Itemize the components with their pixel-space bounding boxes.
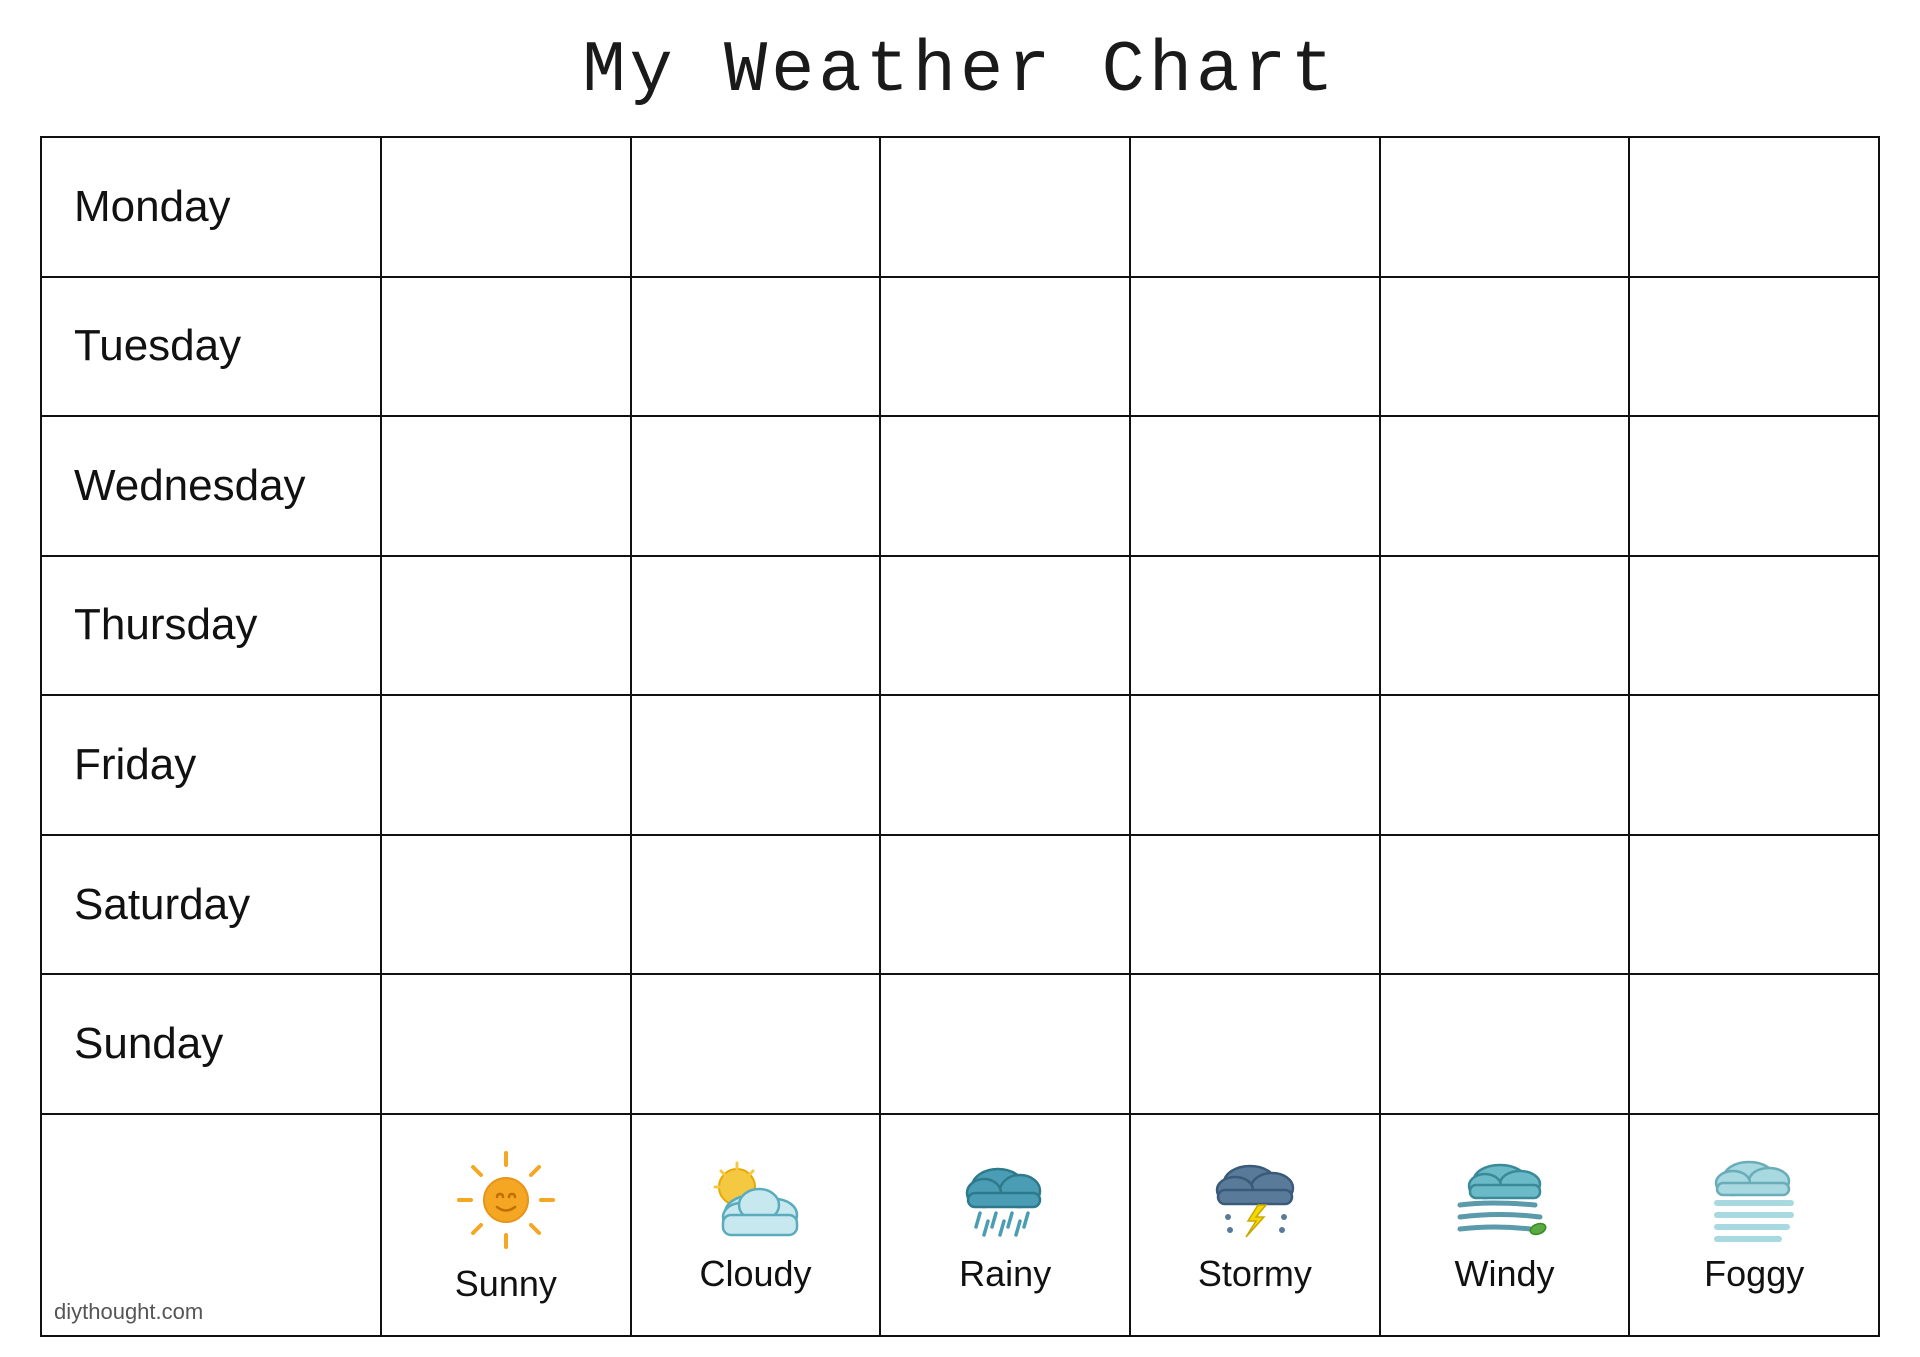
cell-monday-3[interactable] [881, 138, 1131, 276]
cell-wednesday-4[interactable] [1131, 417, 1381, 555]
day-label-friday: Friday [42, 696, 382, 834]
row-wednesday: Wednesday [42, 417, 1878, 557]
foggy-label: Foggy [1704, 1253, 1804, 1295]
windy-label: Windy [1455, 1253, 1555, 1295]
row-sunday: Sunday [42, 975, 1878, 1115]
cloudy-icon [701, 1155, 811, 1245]
cell-thursday-3[interactable] [881, 557, 1131, 695]
legend-row: diythought.com Sunny [42, 1115, 1878, 1335]
cell-saturday-1[interactable] [382, 836, 632, 974]
cell-thursday-2[interactable] [632, 557, 882, 695]
cell-friday-4[interactable] [1131, 696, 1381, 834]
day-label-monday: Monday [42, 138, 382, 276]
cell-saturday-6[interactable] [1630, 836, 1878, 974]
cell-thursday-6[interactable] [1630, 557, 1878, 695]
row-friday: Friday [42, 696, 1878, 836]
page-title: My Weather Chart [582, 30, 1337, 112]
icon-cell-windy: Windy [1381, 1115, 1631, 1335]
row-tuesday: Tuesday [42, 278, 1878, 418]
cell-wednesday-6[interactable] [1630, 417, 1878, 555]
cell-saturday-3[interactable] [881, 836, 1131, 974]
icon-cell-foggy: Foggy [1630, 1115, 1878, 1335]
cell-monday-4[interactable] [1131, 138, 1381, 276]
cell-wednesday-5[interactable] [1381, 417, 1631, 555]
icon-cell-rainy: Rainy [881, 1115, 1131, 1335]
cell-friday-3[interactable] [881, 696, 1131, 834]
cell-sunday-3[interactable] [881, 975, 1131, 1113]
cell-sunday-2[interactable] [632, 975, 882, 1113]
cell-tuesday-6[interactable] [1630, 278, 1878, 416]
footer-credit: diythought.com [42, 1115, 382, 1335]
cell-monday-5[interactable] [1381, 138, 1631, 276]
cell-thursday-4[interactable] [1131, 557, 1381, 695]
weather-chart: Monday Tuesday Wednesday Thursday Fr [40, 136, 1880, 1337]
day-label-saturday: Saturday [42, 836, 382, 974]
icon-cell-stormy: Stormy [1131, 1115, 1381, 1335]
icon-cell-sunny: Sunny [382, 1115, 632, 1335]
foggy-icon [1699, 1155, 1809, 1245]
cell-monday-6[interactable] [1630, 138, 1878, 276]
cell-sunday-4[interactable] [1131, 975, 1381, 1113]
day-label-tuesday: Tuesday [42, 278, 382, 416]
cell-friday-2[interactable] [632, 696, 882, 834]
sunny-label: Sunny [455, 1263, 557, 1305]
cell-friday-1[interactable] [382, 696, 632, 834]
stormy-icon [1200, 1155, 1310, 1245]
cell-friday-6[interactable] [1630, 696, 1878, 834]
rainy-icon [950, 1155, 1060, 1245]
cell-monday-1[interactable] [382, 138, 632, 276]
cell-saturday-2[interactable] [632, 836, 882, 974]
cell-saturday-5[interactable] [1381, 836, 1631, 974]
cell-tuesday-1[interactable] [382, 278, 632, 416]
cell-tuesday-5[interactable] [1381, 278, 1631, 416]
cell-sunday-1[interactable] [382, 975, 632, 1113]
cell-friday-5[interactable] [1381, 696, 1631, 834]
windy-icon [1450, 1155, 1560, 1245]
day-label-wednesday: Wednesday [42, 417, 382, 555]
cell-tuesday-3[interactable] [881, 278, 1131, 416]
cell-sunday-6[interactable] [1630, 975, 1878, 1113]
cell-monday-2[interactable] [632, 138, 882, 276]
rainy-label: Rainy [959, 1253, 1051, 1295]
cell-thursday-5[interactable] [1381, 557, 1631, 695]
day-label-thursday: Thursday [42, 557, 382, 695]
cell-thursday-1[interactable] [382, 557, 632, 695]
cell-wednesday-3[interactable] [881, 417, 1131, 555]
cell-tuesday-2[interactable] [632, 278, 882, 416]
sunny-icon [451, 1145, 561, 1255]
cell-tuesday-4[interactable] [1131, 278, 1381, 416]
row-monday: Monday [42, 138, 1878, 278]
stormy-label: Stormy [1198, 1253, 1312, 1295]
icon-cell-cloudy: Cloudy [632, 1115, 882, 1335]
cell-wednesday-1[interactable] [382, 417, 632, 555]
day-label-sunday: Sunday [42, 975, 382, 1113]
cell-wednesday-2[interactable] [632, 417, 882, 555]
row-thursday: Thursday [42, 557, 1878, 697]
cloudy-label: Cloudy [699, 1253, 811, 1295]
cell-saturday-4[interactable] [1131, 836, 1381, 974]
cell-sunday-5[interactable] [1381, 975, 1631, 1113]
row-saturday: Saturday [42, 836, 1878, 976]
